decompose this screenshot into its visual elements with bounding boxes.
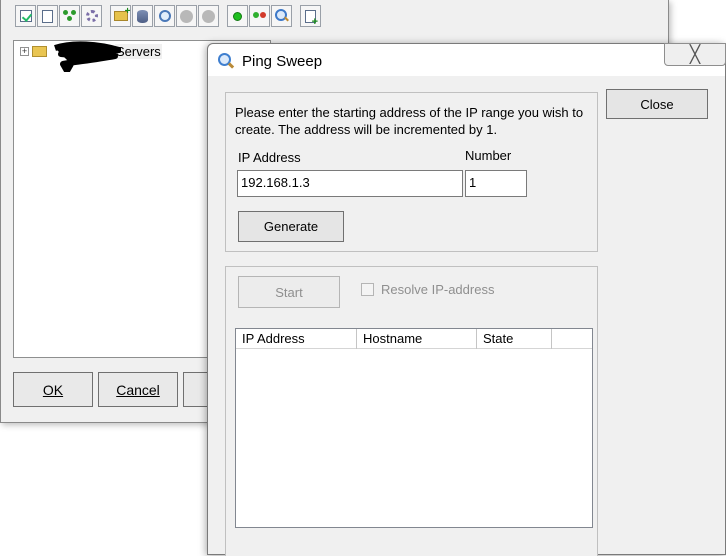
new-document-icon bbox=[305, 9, 318, 28]
resolve-option[interactable]: Resolve IP-address bbox=[361, 282, 494, 297]
dialog-title: Ping Sweep bbox=[242, 53, 323, 70]
toolbar-add-folder-button[interactable] bbox=[110, 5, 131, 27]
ip-address-label: IP Address bbox=[238, 150, 301, 165]
tree-node-servers[interactable]: + Servers bbox=[20, 44, 162, 59]
inspect-icon bbox=[158, 10, 171, 22]
green-status-icon bbox=[233, 11, 242, 21]
main-toolbar bbox=[15, 5, 321, 29]
toolbar-disabled-button-1[interactable] bbox=[176, 5, 197, 27]
close-icon: ╳ bbox=[689, 45, 701, 64]
folder-icon bbox=[32, 46, 47, 57]
toolbar-disabled-button-2[interactable] bbox=[198, 5, 219, 27]
column-header-hostname[interactable]: Hostname bbox=[357, 329, 477, 349]
results-header: IP Address Hostname State bbox=[236, 329, 592, 349]
toolbar-settings-button[interactable] bbox=[81, 5, 102, 27]
add-folder-icon bbox=[113, 6, 130, 21]
toolbar-inspect-button[interactable] bbox=[154, 5, 175, 27]
dialog-titlebar[interactable]: Ping Sweep ╳ bbox=[208, 43, 726, 76]
sweep-group: Start Resolve IP-address IP Address Host… bbox=[225, 266, 598, 556]
gear-icon bbox=[85, 10, 98, 22]
number-input[interactable]: 1 bbox=[465, 170, 527, 197]
results-list[interactable]: IP Address Hostname State bbox=[235, 328, 593, 528]
database-icon bbox=[137, 9, 148, 23]
document-icon bbox=[42, 9, 53, 23]
toolbar-network-button[interactable] bbox=[59, 5, 80, 27]
start-button[interactable]: Start bbox=[238, 276, 340, 308]
cancel-button[interactable]: Cancel bbox=[98, 372, 178, 407]
ping-icon bbox=[252, 11, 267, 21]
tree-node-label: Servers bbox=[115, 44, 162, 59]
toolbar-new-document-button[interactable] bbox=[300, 5, 321, 28]
range-description: Please enter the starting address of the… bbox=[235, 105, 584, 137]
column-header-extra[interactable] bbox=[552, 329, 592, 349]
ip-address-input[interactable]: 192.168.1.3 bbox=[237, 170, 463, 197]
window-close-button[interactable]: ╳ bbox=[664, 43, 726, 66]
toolbar-check-button[interactable] bbox=[15, 5, 36, 27]
ip-range-group: Please enter the starting address of the… bbox=[225, 92, 598, 252]
toolbar-database-button[interactable] bbox=[132, 5, 153, 27]
toolbar-search-button[interactable] bbox=[271, 5, 292, 27]
toolbar-ping-button[interactable] bbox=[249, 5, 270, 27]
expand-icon[interactable]: + bbox=[20, 47, 29, 56]
disabled-circle-icon bbox=[202, 9, 215, 23]
number-label: Number bbox=[465, 148, 512, 163]
resolve-checkbox[interactable] bbox=[361, 283, 374, 296]
column-header-ip-address[interactable]: IP Address bbox=[236, 329, 357, 349]
magnifier-icon bbox=[218, 53, 234, 69]
generate-button[interactable]: Generate bbox=[238, 211, 344, 242]
toolbar-connect-button[interactable] bbox=[227, 5, 248, 27]
network-nodes-icon bbox=[62, 10, 77, 22]
ping-sweep-dialog: Ping Sweep ╳ Close Please enter the star… bbox=[207, 43, 726, 556]
checklist-icon bbox=[19, 10, 32, 22]
resolve-label: Resolve IP-address bbox=[381, 282, 495, 297]
toolbar-document-button[interactable] bbox=[37, 5, 58, 27]
column-header-state[interactable]: State bbox=[477, 329, 552, 349]
close-button[interactable]: Close bbox=[606, 89, 708, 119]
disabled-circle-icon bbox=[180, 9, 193, 23]
search-icon bbox=[274, 9, 289, 23]
ok-button[interactable]: OK bbox=[13, 372, 93, 407]
